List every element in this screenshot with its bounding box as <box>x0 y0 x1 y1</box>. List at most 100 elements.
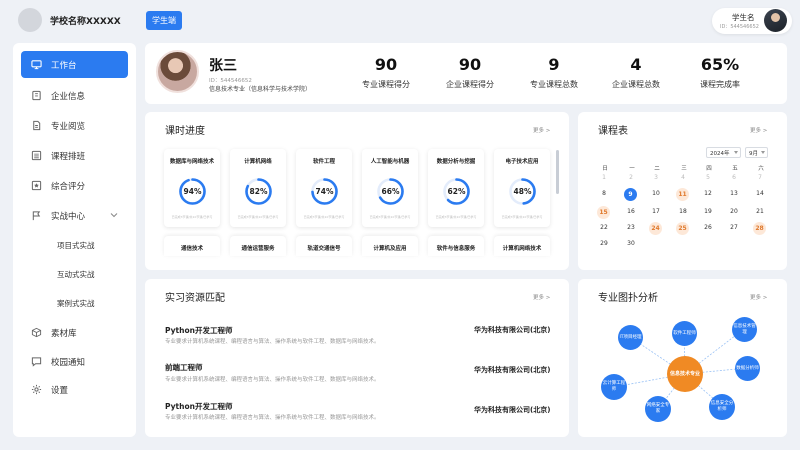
avatar[interactable] <box>764 9 787 32</box>
topology-node[interactable]: 信息技术管理 <box>732 317 757 342</box>
sidebar-item-settings[interactable]: 设置 <box>21 376 128 403</box>
calendar-day[interactable]: 11 <box>676 188 689 201</box>
sidebar-item-materials[interactable]: 素材库 <box>21 319 128 346</box>
calendar-day[interactable]: 21 <box>752 205 768 219</box>
calendar-day[interactable]: 20 <box>726 205 742 219</box>
job-desc: 专业要求计算机系统课程、编程语言与算法、操作系统与软件工程、数据库与网络技术。 <box>165 339 380 345</box>
sidebar-subitem-case[interactable]: 案例式实战 <box>57 298 95 309</box>
job-title[interactable]: 前端工程师 <box>165 362 203 373</box>
calendar-day[interactable]: 5 <box>700 171 716 185</box>
course-name: 电子技术应用 <box>505 159 539 165</box>
topology-center-node[interactable]: 信息技术专业 <box>667 356 703 392</box>
job-desc: 专业要求计算机系统课程、编程语言与算法、操作系统与软件工程、数据库与网络技术。 <box>165 415 380 421</box>
flag-icon <box>30 210 42 222</box>
internship-title: 实习资源匹配 <box>165 293 225 304</box>
sidebar-item-notice[interactable]: 校园通知 <box>21 348 128 375</box>
topology-node[interactable]: 云计算工程师 <box>601 374 627 400</box>
sidebar-item-label: 校园通知 <box>51 357 86 368</box>
calendar-day[interactable]: 27 <box>726 221 742 235</box>
message-icon <box>30 356 42 368</box>
calendar-day[interactable]: 2 <box>623 171 639 185</box>
calendar-day[interactable]: 14 <box>752 187 768 201</box>
job-company[interactable]: 华为科技有限公司(北京) <box>474 325 550 335</box>
progress-percent: 48% <box>513 187 532 196</box>
course-progress-card[interactable]: 数据分析与挖掘 62% 已完成3节课/共10节课/已学习 <box>428 149 484 227</box>
year-select[interactable]: 2024年 <box>706 147 741 158</box>
course-progress-card[interactable]: 计算机及应用 <box>362 236 418 256</box>
course-progress-card[interactable]: 电子技术应用 48% 已完成3节课/共10节课/已学习 <box>494 149 550 227</box>
job-title[interactable]: Python开发工程师 <box>165 401 232 412</box>
sidebar-item-schedule[interactable]: 课程排班 <box>21 142 128 169</box>
topology-node[interactable]: 数据分析师 <box>735 356 760 381</box>
stat-completion-rate: 65% 课程完成率 <box>675 55 765 90</box>
calendar-day[interactable]: 18 <box>675 205 691 219</box>
calendar-day[interactable]: 6 <box>726 171 742 185</box>
calendar-day[interactable]: 25 <box>676 222 689 235</box>
stat-label: 专业课程总数 <box>530 80 578 89</box>
sidebar-item-score[interactable]: 综合评分 <box>21 172 128 199</box>
month-select[interactable]: 9月 <box>745 147 768 158</box>
course-name: 通信运营服务 <box>241 246 275 252</box>
calendar-day[interactable]: 3 <box>648 171 664 185</box>
calendar-day[interactable]: 30 <box>623 237 639 251</box>
calendar-day[interactable]: 28 <box>753 222 766 235</box>
calendar-day[interactable]: 4 <box>675 171 691 185</box>
course-progress-card[interactable]: 软件与信息服务 <box>428 236 484 256</box>
calendar-more-link[interactable]: 更多 > <box>750 126 767 134</box>
calendar-day[interactable]: 9 <box>624 188 637 201</box>
internship-more-link[interactable]: 更多 > <box>533 293 550 301</box>
caret-down-icon <box>734 151 738 154</box>
sidebar-subitem-interactive[interactable]: 互动式实战 <box>57 269 95 280</box>
calendar-day[interactable]: 10 <box>648 187 664 201</box>
sidebar-item-label: 工作台 <box>51 60 77 71</box>
course-progress-card[interactable]: 通信技术 <box>164 236 220 256</box>
course-progress-card[interactable]: 软件工程 74% 已完成3节课/共10节课/已学习 <box>296 149 352 227</box>
student-photo <box>156 50 199 93</box>
calendar-day[interactable]: 16 <box>623 205 639 219</box>
stat-value: 90 <box>458 55 482 74</box>
stat-label: 企业课程总数 <box>612 80 660 89</box>
calendar-day[interactable]: 26 <box>700 221 716 235</box>
job-title[interactable]: Python开发工程师 <box>165 325 232 336</box>
job-company[interactable]: 华为科技有限公司(北京) <box>474 365 550 375</box>
course-progress-card[interactable]: 数据库与网络技术 94% 已完成3节课/共10节课/已学习 <box>164 149 220 227</box>
calendar-day[interactable]: 24 <box>649 222 662 235</box>
topology-node[interactable]: 网络安全专家 <box>645 396 671 422</box>
course-progress-card[interactable]: 人工智能与机器 66% 已完成3节课/共10节课/已学习 <box>362 149 418 227</box>
calendar-day[interactable]: 13 <box>726 187 742 201</box>
sidebar-item-major[interactable]: 专业阅览 <box>21 112 128 139</box>
stat-company-courses: 4 企业课程总数 <box>591 55 681 90</box>
sidebar-subitem-project[interactable]: 项目式实战 <box>57 240 95 251</box>
progress-scrollbar[interactable] <box>556 150 559 194</box>
calendar-day[interactable]: 17 <box>648 205 664 219</box>
calendar-day[interactable]: 29 <box>596 237 612 251</box>
course-progress-card[interactable]: 通信运营服务 <box>230 236 286 256</box>
course-name: 计算机网络 <box>244 159 272 165</box>
calendar-day[interactable]: 22 <box>596 221 612 235</box>
calendar-day[interactable]: 8 <box>596 187 612 201</box>
course-meta: 已完成3节课/共10节课/已学习 <box>237 215 279 219</box>
calendar-day[interactable]: 23 <box>623 221 639 235</box>
job-company[interactable]: 华为科技有限公司(北京) <box>474 405 550 415</box>
progress-more-link[interactable]: 更多 > <box>533 126 550 134</box>
sidebar-item-company[interactable]: 企业信息 <box>21 82 128 109</box>
calendar-day[interactable]: 19 <box>700 205 716 219</box>
calendar-day[interactable]: 12 <box>700 187 716 201</box>
building-icon <box>30 90 42 102</box>
topology-node[interactable]: 信息安全分析师 <box>709 394 735 420</box>
stat-value: 9 <box>548 55 560 74</box>
course-progress-card[interactable]: 轨道交通信号 <box>296 236 352 256</box>
role-tab-student[interactable]: 学生端 <box>146 11 182 30</box>
calendar-day[interactable]: 7 <box>752 171 768 185</box>
calendar-day[interactable]: 1 <box>596 171 612 185</box>
sidebar-item-label: 实战中心 <box>51 211 86 222</box>
course-progress-card[interactable]: 计算机网络技术 <box>494 236 550 256</box>
topology-node[interactable]: 软件工程师 <box>672 321 697 346</box>
course-progress-card[interactable]: 计算机网络 82% 已完成3节课/共10节课/已学习 <box>230 149 286 227</box>
calendar-day[interactable]: 15 <box>597 206 610 219</box>
user-name: 学生名 <box>732 13 755 22</box>
sidebar-item-workbench[interactable]: 工作台 <box>21 51 128 78</box>
sidebar-item-practice[interactable]: 实战中心 <box>21 202 128 229</box>
topology-node[interactable]: IT项目经理 <box>618 325 643 350</box>
stat-label: 企业课程得分 <box>446 80 494 89</box>
